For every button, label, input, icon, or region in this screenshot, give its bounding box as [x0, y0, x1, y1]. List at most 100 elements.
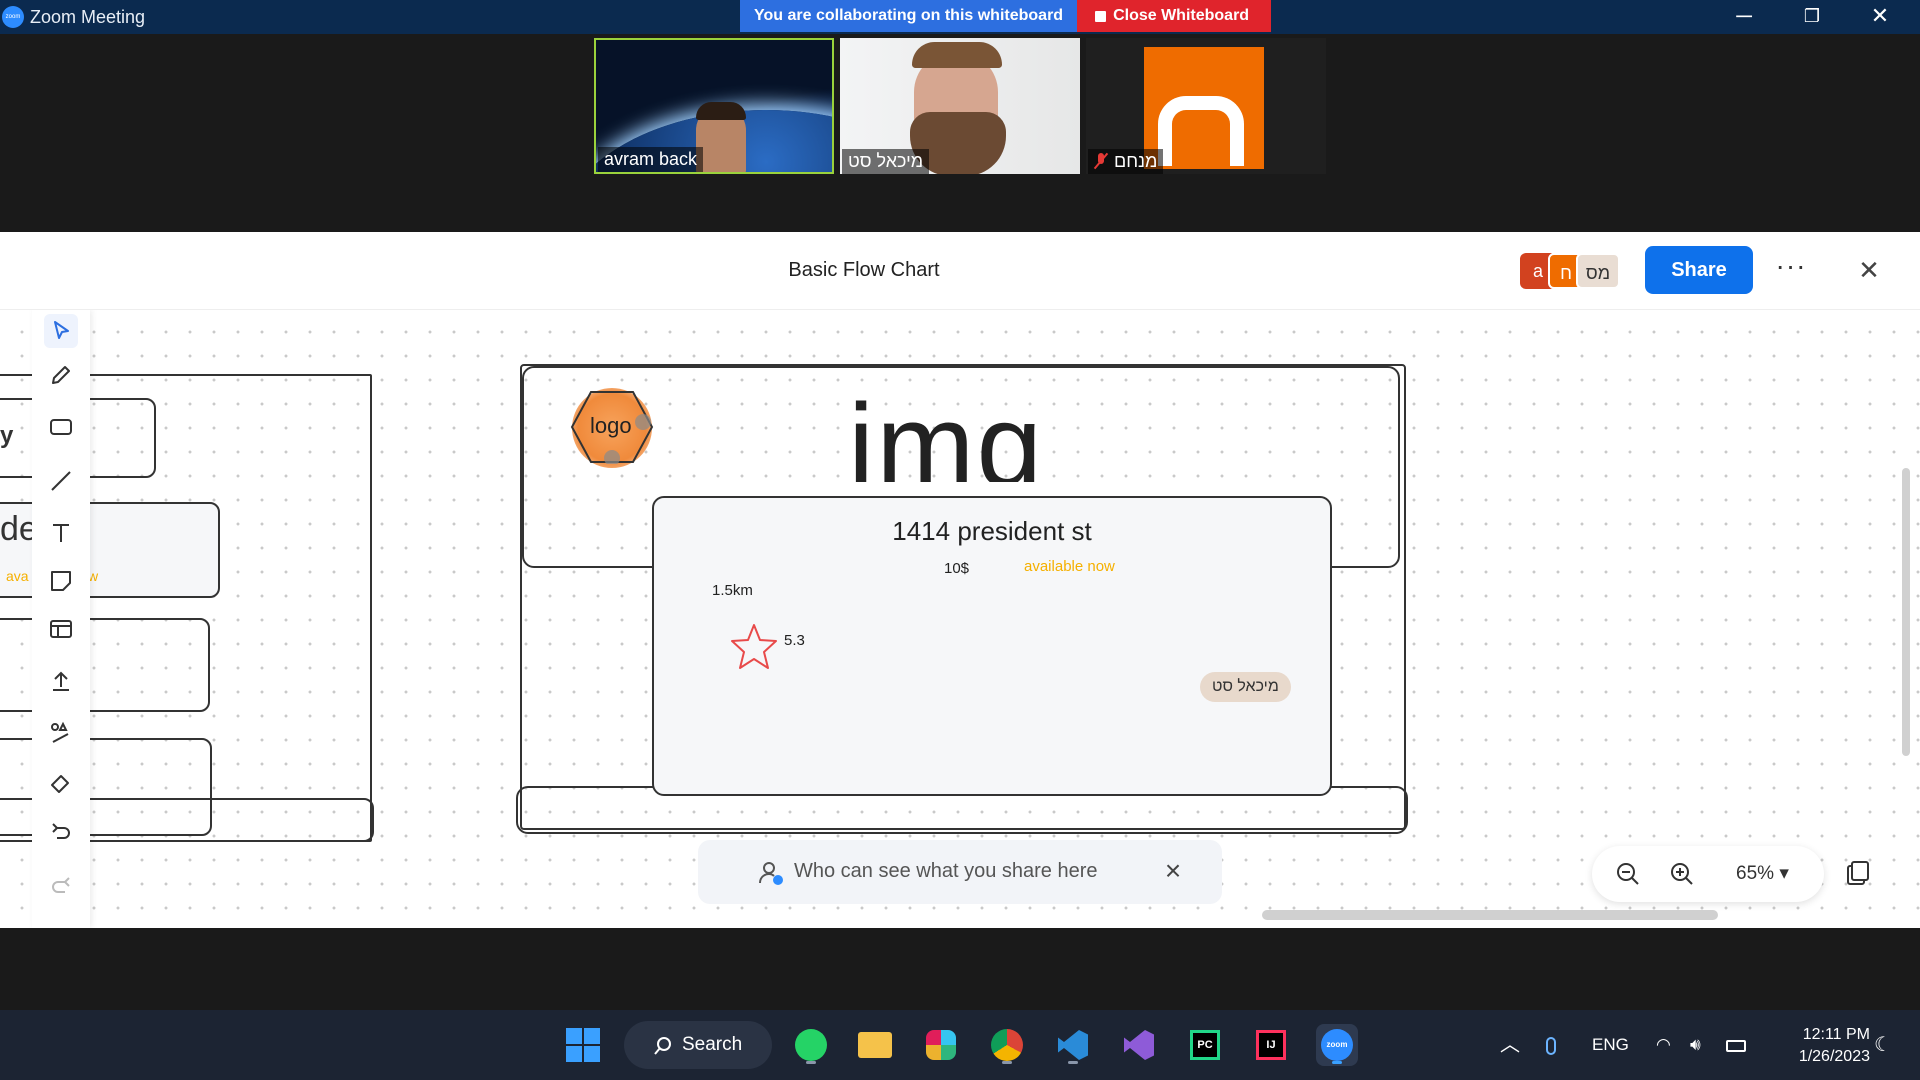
language-indicator[interactable]: ENG — [1592, 1010, 1629, 1080]
upload-tool[interactable] — [44, 664, 78, 698]
undo-button[interactable] — [44, 816, 78, 850]
zoom-in-icon[interactable] — [1666, 858, 1698, 890]
more-options-button[interactable]: ··· — [1774, 250, 1808, 290]
share-button[interactable]: Share — [1645, 246, 1753, 294]
logo-label[interactable]: logo — [590, 413, 632, 439]
chevron-down-icon: ▾ — [1779, 863, 1789, 884]
line-tool[interactable] — [44, 464, 78, 498]
zoom-logo-icon: zoom — [2, 6, 24, 28]
text-tool[interactable] — [44, 516, 78, 550]
visual-studio-icon[interactable] — [1118, 1024, 1160, 1066]
meeting-controls-area — [0, 928, 1920, 1010]
tools-sidebar — [32, 310, 90, 928]
person-lock-icon — [759, 862, 783, 885]
whiteboard-title[interactable]: Basic Flow Chart — [0, 259, 1728, 282]
shape-tool[interactable] — [44, 410, 78, 444]
participant-name-muted: מנחם — [1088, 149, 1164, 174]
notifications-moon-icon[interactable]: ☾ — [1874, 1010, 1892, 1080]
clock-date: 1/26/2023 — [1798, 1048, 1870, 1065]
close-whiteboard-button[interactable]: Close Whiteboard — [1077, 0, 1272, 32]
eraser-tool[interactable] — [44, 766, 78, 800]
start-tile — [566, 1028, 582, 1044]
whatsapp-icon[interactable] — [790, 1024, 832, 1066]
collaborator-avatars[interactable]: a ח מס — [1520, 253, 1620, 289]
smart-recognition-tool[interactable] — [44, 716, 78, 750]
zoom-app-icon[interactable]: zoom — [1316, 1024, 1358, 1066]
participant-video-hair — [912, 42, 1002, 68]
redo-button[interactable] — [44, 870, 78, 904]
select-tool[interactable] — [44, 314, 78, 348]
slack-icon[interactable] — [920, 1024, 962, 1066]
muted-mic-icon — [1094, 153, 1108, 169]
running-indicator — [1068, 1061, 1078, 1064]
participant-tile[interactable]: מנחם — [1086, 38, 1326, 174]
zoom-controls: 65% ▾ — [1592, 846, 1824, 902]
text-icon — [53, 524, 69, 542]
participant-tile[interactable]: מיכאל סט — [840, 38, 1080, 174]
participant-tile[interactable]: avram back — [594, 38, 834, 174]
collaborator-cursor-label: מיכאל סט — [1200, 672, 1291, 702]
start-tile — [584, 1046, 600, 1062]
taskbar-search[interactable]: Search — [624, 1021, 772, 1069]
pycharm-icon[interactable]: PC — [1184, 1024, 1226, 1066]
zoom-level-select[interactable]: 65% ▾ — [1736, 862, 1789, 885]
listing-rating[interactable]: 5.3 — [784, 632, 805, 649]
vertical-scrollbar[interactable] — [1902, 468, 1910, 756]
start-tile — [566, 1046, 582, 1062]
system-clock[interactable]: 12:11 PM 1/26/2023 — [1770, 1024, 1870, 1068]
zoom-out-icon[interactable] — [1612, 858, 1644, 890]
wifi-icon[interactable]: ◠ — [1656, 1010, 1671, 1080]
vscode-icon[interactable] — [1052, 1024, 1094, 1066]
listing-availability[interactable]: available now — [1024, 558, 1115, 575]
window-title: Zoom Meeting — [30, 7, 146, 27]
chrome-icon[interactable] — [986, 1024, 1028, 1066]
sticky-note-tool[interactable] — [44, 564, 78, 598]
file-explorer-icon[interactable] — [854, 1024, 896, 1066]
listing-address[interactable]: 1414 president st — [652, 516, 1332, 547]
undo-icon — [52, 823, 70, 839]
collaboration-message: You are collaborating on this whiteboard — [740, 0, 1078, 32]
fit-to-screen-icon[interactable] — [1836, 852, 1880, 896]
running-indicator — [1002, 1061, 1012, 1064]
line-icon — [51, 471, 71, 491]
share-visibility-hint: Who can see what you share here × — [698, 840, 1222, 904]
whiteboard-canvas[interactable]: y de ava w logo img 1414 president st 10… — [0, 310, 1920, 928]
zoom-level: 65% — [1736, 863, 1775, 884]
clock-time: 12:11 PM — [1802, 1026, 1870, 1043]
title-bar: zoom Zoom Meeting You are collaborating … — [0, 0, 1920, 34]
search-icon — [654, 1037, 671, 1055]
eraser-icon — [51, 775, 69, 793]
horizontal-scrollbar[interactable] — [1262, 910, 1718, 920]
rectangle-icon — [50, 419, 72, 435]
star-icon[interactable] — [728, 622, 780, 672]
window-close-button[interactable]: ✕ — [1846, 0, 1914, 34]
template-tool[interactable] — [44, 612, 78, 646]
start-tile — [584, 1028, 600, 1044]
restore-button[interactable]: ❐ — [1778, 0, 1846, 34]
sticky-note-icon — [51, 571, 71, 591]
close-icon[interactable]: × — [1156, 854, 1190, 888]
img-placeholder-text[interactable]: img — [848, 396, 1078, 482]
running-indicator — [806, 1061, 816, 1064]
video-strip: avram back מיכאל סט מנחם — [0, 34, 1920, 232]
share-hint-text: Who can see what you share here — [794, 860, 1098, 882]
pen-tool[interactable] — [44, 358, 78, 392]
canvas-text[interactable]: ava — [6, 568, 29, 584]
volume-icon[interactable]: 🔊︎ — [1690, 1010, 1701, 1080]
intellij-icon[interactable]: IJ — [1250, 1024, 1292, 1066]
avatar[interactable]: מס — [1576, 253, 1620, 289]
running-indicator — [1332, 1061, 1342, 1064]
pencil-icon — [52, 366, 70, 384]
canvas-text[interactable]: y — [0, 422, 13, 450]
battery-icon[interactable] — [1726, 1010, 1746, 1080]
show-hidden-icons-chevron-icon[interactable]: ︿ — [1500, 1010, 1520, 1080]
close-whiteboard-icon[interactable]: ✕ — [1852, 252, 1886, 288]
microphone-icon[interactable] — [1546, 1010, 1556, 1080]
search-label: Search — [682, 1034, 743, 1055]
listing-distance[interactable]: 1.5km — [712, 582, 753, 599]
listing-price[interactable]: 10$ — [944, 560, 969, 577]
minimize-button[interactable]: ─ — [1710, 0, 1778, 34]
template-icon — [50, 620, 72, 638]
windows-start-icon[interactable] — [566, 1028, 602, 1064]
participant-video-hair — [696, 102, 746, 120]
